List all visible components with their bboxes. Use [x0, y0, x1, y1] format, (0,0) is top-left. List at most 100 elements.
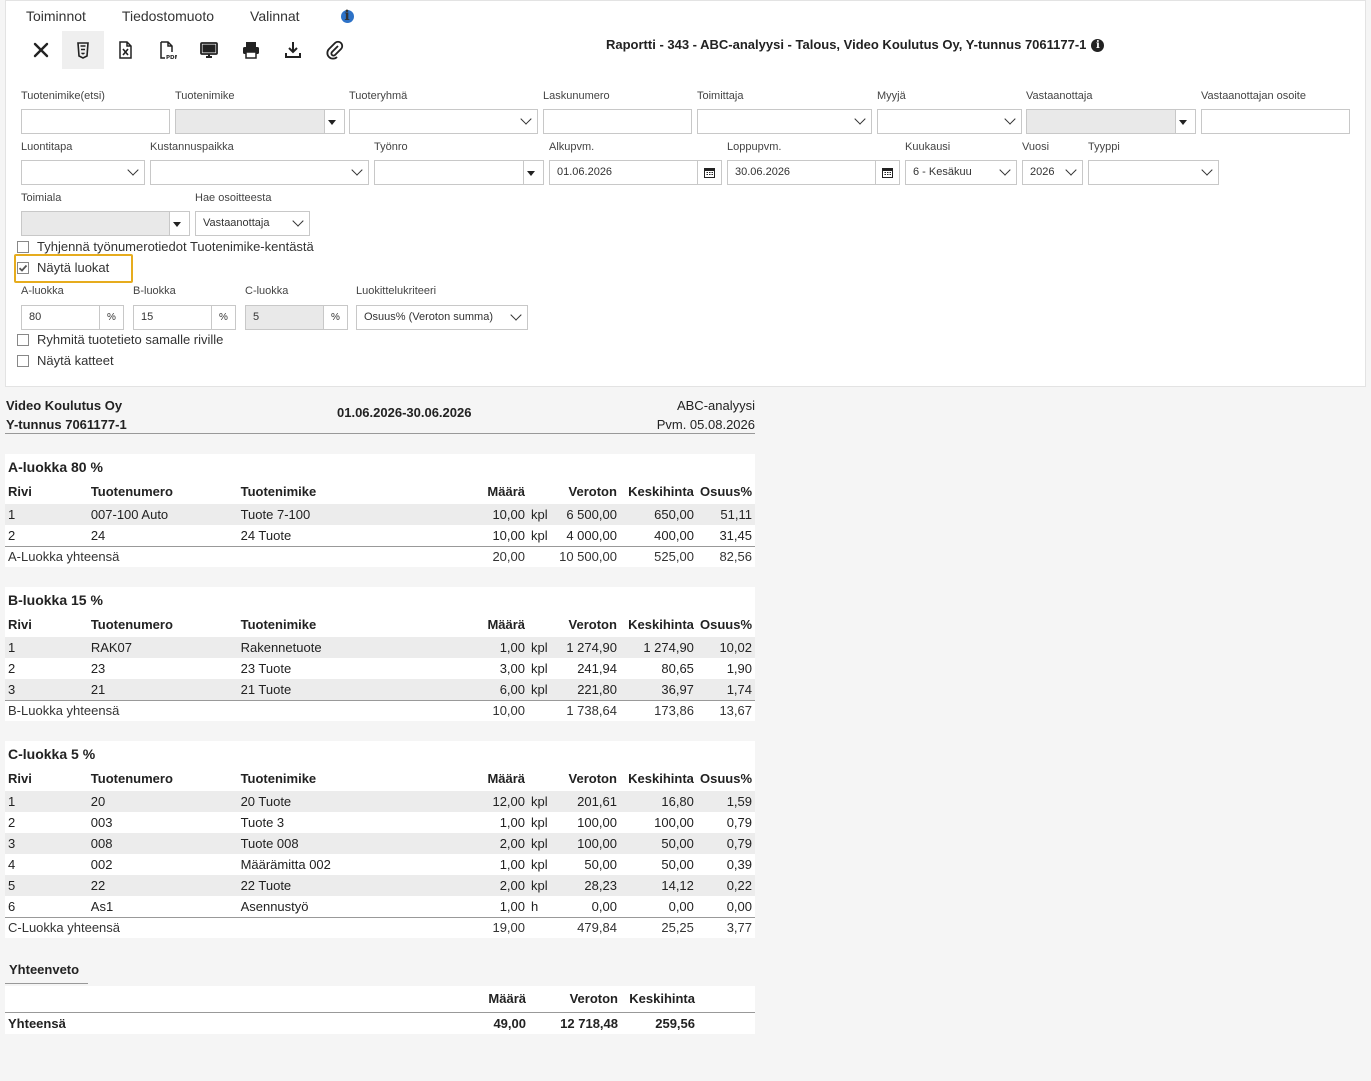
- caret-down-icon: [173, 222, 181, 227]
- summary-total-label: Yhteensä: [5, 1011, 448, 1034]
- excel-button[interactable]: [104, 31, 146, 69]
- info-icon[interactable]: i: [340, 9, 354, 23]
- cell-veroton: 100,00: [555, 833, 620, 854]
- kuukausi-select[interactable]: 6 - Kesäkuu: [905, 160, 1017, 185]
- summary-col-maara: Määrä: [488, 991, 526, 1007]
- summary-spacer: [698, 1011, 755, 1034]
- cell-yksikko: kpl: [528, 833, 556, 854]
- cell-rivi: 1: [5, 504, 88, 525]
- chevron-down-icon: [127, 164, 139, 176]
- cell-tuotenimike: Tuote 3: [240, 815, 285, 830]
- checkbox-box[interactable]: [17, 354, 29, 367]
- alkupvm-input[interactable]: 01.06.2026: [549, 160, 722, 185]
- loppupvm-calendar-button[interactable]: [875, 161, 899, 184]
- label-vuosi: Vuosi: [1022, 141, 1050, 153]
- column-header: Veroton: [568, 483, 617, 499]
- report-title-text: Raportti - 343 - ABC-analyysi - Talous, …: [606, 37, 1087, 52]
- cell-osuus: 1,59: [696, 791, 755, 812]
- b-luokka-value: 15: [141, 311, 154, 323]
- hae-osoitteesta-select[interactable]: Vastaanottaja: [195, 211, 310, 236]
- chevron-down-icon: [1004, 113, 1016, 125]
- toimiala-select[interactable]: [21, 211, 190, 236]
- kustannuspaikka-select[interactable]: [150, 160, 369, 185]
- loppupvm-input[interactable]: 30.06.2026: [727, 160, 900, 185]
- alkupvm-calendar-button[interactable]: [697, 161, 721, 184]
- section-table: Rivi Tuotenumero Tuotenimike Määrä Veroton Ke…: [5, 765, 755, 938]
- cell-yksikko: h: [531, 898, 539, 914]
- vuosi-select[interactable]: 2026: [1022, 160, 1083, 185]
- section-total-row: C-Luokka yhteensä 19,00 479,84 25,25 3,77: [5, 916, 755, 938]
- summary-col-veroton: Veroton: [569, 991, 618, 1007]
- cell-veroton: 100,00: [577, 815, 617, 830]
- summary-total-row: Yhteensä 49,00 12 718,48 259,56: [5, 1011, 755, 1034]
- attachment-icon: [326, 40, 344, 60]
- checkbox-box[interactable]: [17, 240, 29, 253]
- cell-osuus: 0,79: [726, 815, 752, 830]
- label-b-luokka: B-luokka: [133, 285, 176, 297]
- checkbox-box[interactable]: [17, 333, 29, 346]
- cell-maara: 2,00: [447, 833, 529, 854]
- report-meta: ABC-analyysi Pvm. 05.08.2026: [657, 396, 755, 434]
- screen-button[interactable]: [188, 31, 230, 69]
- cell-keskihinta: 1 274,90: [619, 637, 697, 658]
- print-button[interactable]: [230, 31, 272, 69]
- tuoteryhma-select[interactable]: [349, 109, 538, 134]
- luontitapa-select[interactable]: [21, 160, 145, 185]
- cell-keskihinta: 80,65: [661, 661, 694, 676]
- cell-tuotenimike: Rakennetuote: [237, 637, 448, 658]
- tyonro-dropdown-button[interactable]: [523, 161, 543, 184]
- a-luokka-input[interactable]: 80%: [21, 305, 124, 330]
- b-luokka-input[interactable]: 15%: [133, 305, 236, 330]
- nayta-katteet-label: Näytä katteet: [37, 353, 114, 368]
- class-section: C-luokka 5 % Rivi Tuotenumero Tuotenimike Mä…: [5, 741, 755, 938]
- table-row: 2 23 23 Tuote 3,00 kpl 241,94 80,65 1,90: [5, 658, 755, 679]
- attachment-button[interactable]: [314, 31, 356, 69]
- cell-tuotenumero: 002: [90, 857, 113, 872]
- section-table: Rivi Tuotenumero Tuotenimike Määrä Veroton Ke…: [5, 611, 755, 721]
- vastaanottaja-select[interactable]: [1026, 109, 1196, 134]
- class-section: A-luokka 80 % Rivi Tuotenumero Tuotenimike M…: [5, 454, 755, 567]
- tyyppi-select[interactable]: [1088, 160, 1219, 185]
- cell-osuus: 0,39: [726, 857, 752, 872]
- tyonro-select[interactable]: [374, 160, 544, 185]
- nayta-katteet-checkbox[interactable]: Näytä katteet: [17, 353, 114, 368]
- label-vastaanottaja: Vastaanottaja: [1026, 90, 1093, 102]
- column-header: Tuotenimike: [240, 616, 317, 632]
- cell-rivi: 3: [5, 679, 88, 700]
- cell-yksikko: kpl: [531, 857, 548, 872]
- vastaanottajan-osoite-input[interactable]: [1201, 109, 1350, 134]
- toimittaja-select[interactable]: [697, 109, 872, 134]
- chevron-down-icon: [999, 164, 1011, 176]
- report-date: Pvm. 05.08.2026: [656, 417, 755, 432]
- cell-tuotenumero: 003: [90, 815, 113, 830]
- tuotenimike-etsi-input[interactable]: [21, 109, 170, 134]
- pdf-button[interactable]: PDF: [146, 31, 188, 69]
- summary-spacer: [698, 986, 755, 1012]
- myyja-select[interactable]: [877, 109, 1022, 134]
- ryhmita-checkbox[interactable]: Ryhmitä tuotetieto samalle riville: [17, 332, 223, 347]
- tuotenimike-select[interactable]: [175, 109, 345, 134]
- table-row: 4 002 Määrämitta 002 1,00 kpl 50,00 50,00 0,39: [5, 854, 755, 875]
- download-button[interactable]: [272, 31, 314, 69]
- column-header: Keskihinta: [628, 483, 694, 499]
- menu-toiminnot[interactable]: Toiminnot: [26, 8, 86, 24]
- menu-valinnat[interactable]: Valinnat i: [250, 8, 390, 24]
- laskunumero-input[interactable]: [543, 109, 692, 134]
- menu-tiedostomuoto[interactable]: Tiedostomuoto: [122, 8, 214, 24]
- vastaanottaja-dropdown-button[interactable]: [1175, 110, 1195, 133]
- luokittelukriteeri-select[interactable]: Osuus% (Veroton summa): [356, 305, 528, 330]
- table-row: 6 As1 Asennustyö 1,00 h 0,00 0,00 0,00: [5, 896, 755, 917]
- html-button[interactable]: [62, 31, 104, 69]
- column-header: Tuotenumero: [90, 483, 173, 499]
- cell-veroton: 201,61: [555, 791, 620, 812]
- close-button[interactable]: [20, 31, 62, 69]
- menu-bar: Toiminnot Tiedostomuoto Valinnat i: [26, 8, 426, 24]
- total-label: C-Luokka yhteensä: [5, 916, 448, 938]
- c-luokka-input[interactable]: 5%: [245, 305, 348, 330]
- tuotenimike-dropdown-button[interactable]: [324, 110, 344, 133]
- report-info-icon[interactable]: i: [1091, 39, 1105, 52]
- calendar-icon: [704, 168, 715, 178]
- tyhjenna-checkbox[interactable]: Tyhjennä työnumerotiedot Tuotenimike-ken…: [17, 239, 314, 254]
- toimiala-dropdown-button[interactable]: [169, 212, 189, 235]
- label-tuotenimike: Tuotenimike: [175, 90, 235, 102]
